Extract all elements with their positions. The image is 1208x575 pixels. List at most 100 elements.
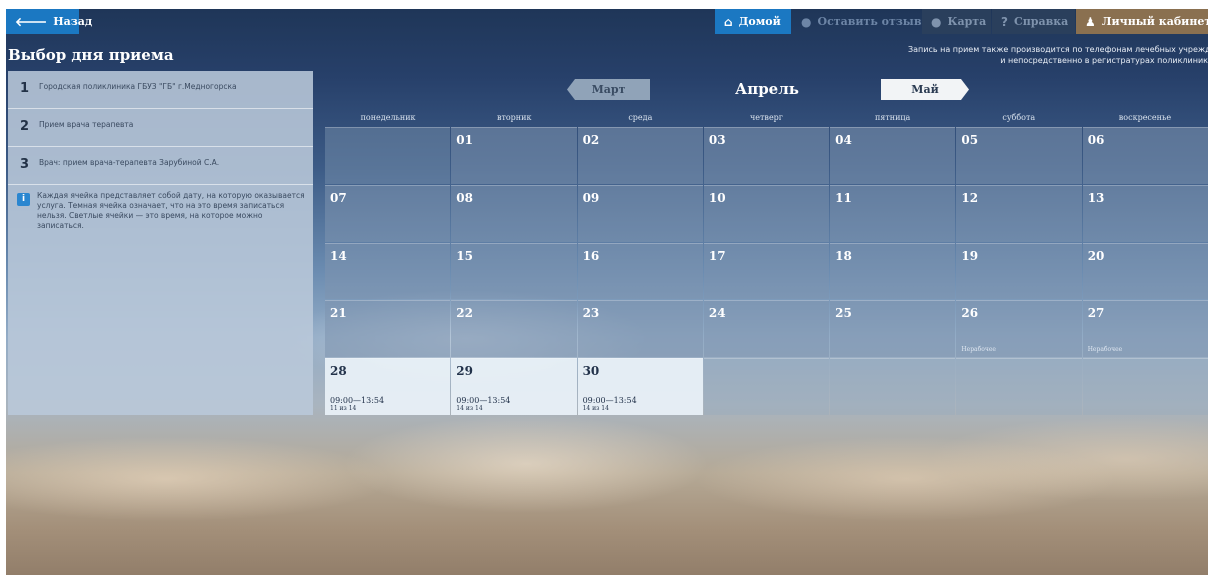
calendar-day-available[interactable]: 30 09:00—13:54 14 из 14: [577, 358, 703, 415]
day-number: 13: [1087, 190, 1105, 205]
map-button[interactable]: ● Карта: [922, 9, 991, 34]
arrow-left-icon: 🡐: [15, 15, 48, 29]
day-number: 08: [456, 190, 473, 205]
day-number: 03: [708, 133, 726, 147]
day-number: 09: [582, 190, 600, 205]
calendar-day-cell: 16: [577, 242, 703, 300]
personal-cabinet-label: Личный кабинет: [1101, 15, 1208, 28]
day-number: 11: [835, 190, 852, 205]
weekday-label: суббота: [1002, 113, 1036, 122]
info-text: Каждая ячейка представляет собой дату, н…: [37, 191, 305, 230]
top-navigation-bar: 🡐 Назад ⌂ Домой ● Оставить отзыв ● Карта…: [6, 9, 1208, 34]
weekday-label: воскресенье: [1118, 113, 1172, 122]
leave-review-label: Оставить отзыв: [817, 15, 922, 28]
back-button[interactable]: 🡐 Назад: [6, 9, 92, 34]
day-number: 07: [330, 190, 347, 205]
calendar-day-cell: 21: [325, 300, 451, 358]
calendar-day-cell: 15: [451, 242, 577, 300]
slot-count: 11 из 14: [330, 405, 357, 413]
leave-review-button[interactable]: ● Оставить отзыв: [792, 9, 921, 34]
calendar-day-cell: 11: [830, 184, 956, 242]
calendar-day-cell: 02: [577, 127, 703, 184]
map-button-label: Карта: [947, 15, 987, 28]
speech-bubble-icon: ●: [801, 14, 812, 29]
next-month-button[interactable]: Май: [881, 79, 969, 100]
calendar-day-cell: 03: [703, 127, 830, 184]
day-number: 23: [582, 306, 600, 321]
day-number: 06: [1087, 133, 1105, 147]
calendar-day-cell: 12: [956, 184, 1082, 242]
day-number: 27: [1087, 306, 1105, 321]
current-month-title: Апрель: [735, 80, 799, 98]
step-number: 1: [20, 81, 30, 96]
calendar-day-cell: 06: [1082, 127, 1208, 184]
day-number: 02: [582, 133, 600, 147]
calendar-day-cell: 05: [956, 127, 1082, 184]
step-service[interactable]: 2 Прием врача терапевта: [8, 109, 313, 147]
day-number: 28: [330, 364, 347, 379]
calendar-day-cell: 26 Нерабочее: [956, 300, 1082, 358]
time-range: 09:00—13:54: [582, 396, 637, 406]
step-number: 3: [20, 157, 30, 172]
calendar-day-cell: 09: [577, 184, 703, 242]
home-button-label: Домой: [738, 15, 781, 28]
day-number: 20: [1087, 248, 1105, 263]
month-navigation: Март Апрель Май: [325, 79, 1208, 101]
weekday-label: пятница: [874, 113, 911, 122]
non-working-note: Нерабочее: [961, 346, 996, 354]
personal-cabinet-button[interactable]: ♟ Личный кабинет: [1076, 9, 1208, 34]
info-icon: i: [17, 193, 30, 206]
info-circle-icon: ●: [931, 14, 942, 29]
weekday-label: вторник: [496, 113, 532, 122]
calendar-day-available[interactable]: 28 09:00—13:54 11 из 14: [325, 358, 451, 415]
calendar-day-cell: 01: [451, 127, 577, 184]
calendar-day-cell: 24: [703, 300, 830, 358]
selection-steps-panel: 1 Городская поликлиника ГБУЗ "ГБ" г.Медн…: [8, 71, 313, 415]
calendar-day-cell: 18: [830, 242, 956, 300]
step-number: 2: [20, 119, 30, 134]
weekday-label: среда: [628, 113, 653, 122]
calendar-day-cell: 19: [956, 242, 1082, 300]
home-icon: ⌂: [724, 14, 733, 29]
day-number: 30: [582, 364, 600, 379]
help-button[interactable]: ? Справка: [992, 9, 1075, 34]
calendar-day-cell: [830, 358, 956, 415]
calendar-day-cell: 22: [451, 300, 577, 358]
day-number: 16: [582, 248, 600, 263]
time-range: 09:00—13:54: [456, 396, 511, 406]
info-note: i Каждая ячейка представляет собой дату,…: [8, 185, 313, 231]
calendar-day-cell: 13: [1082, 184, 1208, 242]
day-number: 04: [835, 133, 852, 147]
step-text: Врач: прием врача-терапевта Зарубиной С.…: [39, 158, 220, 167]
calendar-day-cell: 04: [830, 127, 956, 184]
weekday-header: понедельник вторник среда четверг пятница суб…: [325, 113, 1208, 127]
page-title: Выбор дня приема: [8, 46, 174, 64]
day-number: 22: [456, 306, 473, 321]
calendar-day-cell: [956, 358, 1082, 415]
home-button[interactable]: ⌂ Домой: [715, 9, 791, 34]
day-number: 14: [330, 248, 347, 263]
step-doctor[interactable]: 3 Врач: прием врача-терапевта Зарубиной …: [8, 147, 313, 185]
app-window: 🡐 Назад ⌂ Домой ● Оставить отзыв ● Карта…: [6, 9, 1208, 575]
day-number: 21: [330, 306, 347, 321]
weekday-label: понедельник: [360, 113, 416, 122]
previous-month-button[interactable]: Март: [567, 79, 650, 100]
user-icon: ♟: [1085, 14, 1096, 29]
day-number: 19: [961, 248, 979, 263]
time-range: 09:00—13:54: [330, 396, 385, 406]
day-number: 25: [835, 306, 852, 321]
calendar-grid: 01 02 03 04 05 06 07 08 09 10 11 12 13 14 15 16 17 18 19 20…: [325, 127, 1208, 415]
calendar-day-cell: [703, 358, 830, 415]
calendar-day-available[interactable]: 29 09:00—13:54 14 из 14: [451, 358, 577, 415]
weekday-label: четверг: [749, 113, 783, 122]
day-number: 26: [961, 306, 979, 321]
day-number: 01: [456, 133, 473, 147]
phone-note-line-1: Запись на прием также производится по те…: [908, 45, 1208, 54]
back-button-label: Назад: [53, 15, 93, 28]
step-text: Прием врача терапевта: [39, 120, 134, 129]
day-number: 12: [961, 190, 979, 205]
day-number: 18: [835, 248, 852, 263]
phone-note: Запись на прием также производится по те…: [908, 44, 1208, 66]
calendar-day-cell: 10: [703, 184, 830, 242]
step-clinic[interactable]: 1 Городская поликлиника ГБУЗ "ГБ" г.Медн…: [8, 71, 313, 109]
